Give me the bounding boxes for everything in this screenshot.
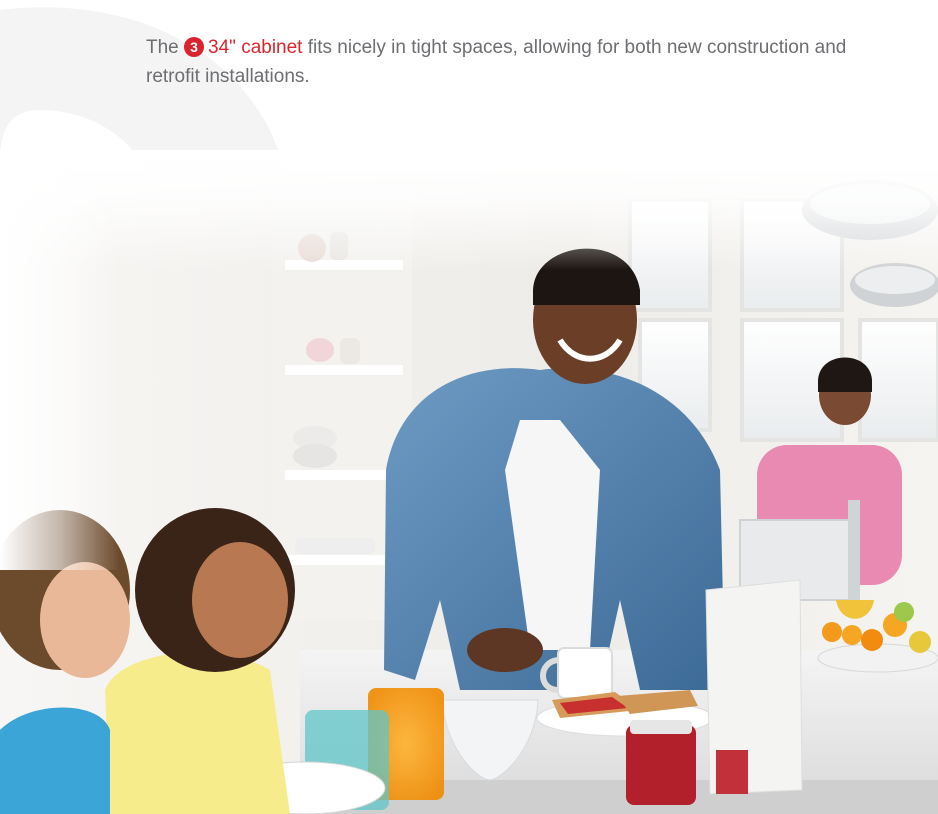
cabinet-highlight: 34" cabinet (208, 37, 303, 58)
intro-prefix: The (146, 37, 185, 58)
step-number-badge: 3 (184, 37, 205, 57)
intro-paragraph: The 3 34" cabinet fits nicely in tight sp… (146, 33, 866, 91)
document-page: The 3 34" cabinet fits nicely in tight sp… (0, 0, 938, 814)
photo-top-fade (0, 150, 938, 270)
photo-left-fade (0, 150, 120, 570)
